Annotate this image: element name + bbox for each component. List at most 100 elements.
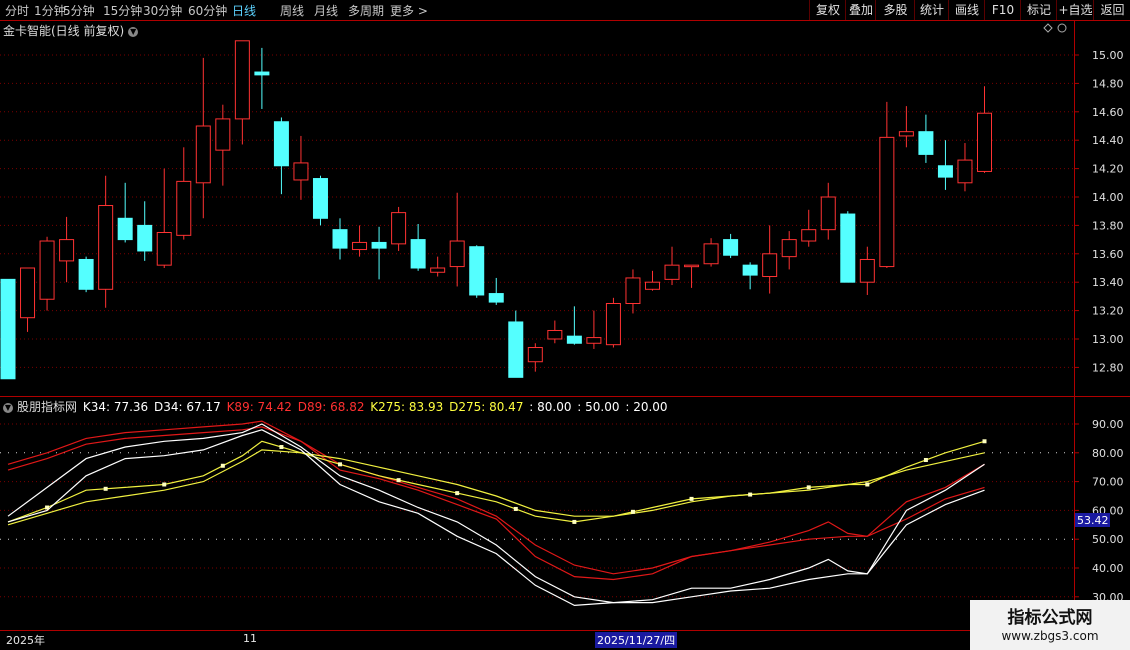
k275-marker	[630, 509, 635, 514]
candle-body	[840, 213, 856, 283]
candle-body	[879, 136, 895, 268]
indicator-label: D34: 67.17	[150, 400, 221, 414]
k275-marker	[982, 439, 987, 444]
month-label: 11	[243, 632, 257, 645]
watermark-title: 指标公式网	[1007, 608, 1093, 628]
candle-body	[98, 205, 114, 290]
chevron-down-icon[interactable]: ▼	[3, 402, 13, 413]
indicator-tick-label: 80.00	[1092, 447, 1124, 460]
year-label: 2025年	[6, 634, 45, 647]
candle-body	[156, 232, 172, 266]
indicator-label: : 50.00	[573, 400, 620, 414]
candle-body	[449, 240, 465, 268]
candle-body	[0, 278, 16, 380]
k275-marker	[513, 506, 518, 511]
price-tick-label: 13.20	[1092, 305, 1124, 318]
k275-marker	[45, 505, 50, 510]
candle-body	[605, 303, 621, 346]
candle-body	[527, 347, 543, 363]
candle-body	[684, 264, 700, 268]
indicator-tick-label: 70.00	[1092, 476, 1124, 489]
candle-body	[273, 121, 289, 167]
k275-marker	[923, 458, 928, 462]
cursor-date: 2025/11/27/四	[595, 632, 678, 648]
candle-body	[215, 118, 231, 151]
candle-body	[469, 246, 485, 296]
candle-body	[703, 243, 719, 265]
indicator-name: 股朋指标网	[17, 400, 78, 414]
k275-marker	[103, 486, 108, 491]
candle-body	[937, 165, 953, 178]
d89-line	[7, 426, 985, 575]
chart-canvas[interactable]: 15.00 14.80 14.60 14.40 14.20 14.00 13.80 13.60…	[0, 0, 1130, 650]
candle-body	[254, 71, 270, 76]
candle-body	[59, 239, 75, 262]
price-tick-label: 12.80	[1092, 361, 1124, 374]
price-tick-label: 13.00	[1092, 333, 1124, 346]
k275-marker	[338, 462, 343, 467]
k275-marker	[572, 519, 577, 524]
candle-body	[20, 267, 36, 319]
candle-body	[391, 212, 407, 245]
k275-marker	[748, 492, 753, 497]
candle-body	[137, 224, 153, 252]
diamond-icon[interactable]	[1043, 23, 1053, 33]
candle-body	[801, 229, 817, 242]
k89-line	[7, 420, 985, 581]
price-tick-label: 14.00	[1092, 191, 1124, 204]
candle-body	[781, 239, 797, 258]
candle-body	[508, 321, 524, 378]
candle-body	[742, 264, 758, 276]
candle-body	[117, 217, 133, 241]
candle-body	[78, 258, 94, 290]
candle-body	[644, 281, 660, 290]
indicator-tick-label: 90.00	[1092, 418, 1124, 431]
watermark: 指标公式网 www.zbgs3.com	[970, 600, 1130, 650]
candle-body	[234, 40, 250, 120]
candle-body	[723, 239, 739, 256]
indicator-header: ▼ 股朋指标网 K34: 77.36 D34: 67.17 K89: 74.42 …	[3, 398, 668, 415]
indicator-tick-label: 40.00	[1092, 562, 1124, 575]
k34-line	[7, 429, 985, 607]
indicator-label: K34: 77.36	[82, 400, 149, 414]
k275-marker	[689, 496, 694, 501]
d275-line	[7, 449, 985, 526]
k275-marker	[455, 491, 460, 496]
indicator-values: K34: 77.36 D34: 67.17 K89: 74.42 D89: 68…	[81, 400, 668, 414]
candle-body	[820, 196, 836, 231]
candle-body	[918, 131, 934, 155]
price-tick-label: 15.00	[1092, 49, 1124, 62]
price-tick-label: 13.60	[1092, 248, 1124, 261]
candle-body	[430, 267, 446, 273]
k275-marker	[806, 485, 811, 490]
candle-body	[957, 159, 973, 184]
candle-body	[859, 258, 875, 283]
price-tick-label: 14.20	[1092, 163, 1124, 176]
indicator-label: D89: 68.82	[293, 400, 365, 414]
settings-icon[interactable]	[1057, 23, 1067, 33]
candle-body	[39, 240, 55, 300]
price-tick-label: 13.80	[1092, 219, 1124, 232]
indicator-label: : 20.00	[621, 400, 668, 414]
candle-body	[293, 162, 309, 181]
candle-body	[352, 241, 368, 251]
current-value-text: 53.42	[1077, 514, 1109, 527]
candle-body	[176, 180, 192, 236]
candle-body	[664, 264, 680, 280]
k275-marker	[279, 445, 284, 450]
price-tick-label: 14.60	[1092, 106, 1124, 119]
candle-body	[625, 277, 641, 305]
k275-marker	[162, 482, 167, 487]
indicator-label: K275: 83.93	[366, 400, 444, 414]
candle-body	[410, 239, 426, 269]
k275-marker	[396, 478, 401, 483]
candle-body	[312, 178, 328, 219]
candle-body	[332, 229, 348, 249]
indicator-label: D275: 80.47	[445, 400, 524, 414]
candle-body	[547, 329, 563, 340]
candle-body	[977, 112, 992, 172]
k275-marker	[220, 463, 225, 468]
candle-body	[898, 131, 914, 137]
indicator-label: : 80.00	[525, 400, 572, 414]
price-tick-label: 14.80	[1092, 77, 1124, 90]
